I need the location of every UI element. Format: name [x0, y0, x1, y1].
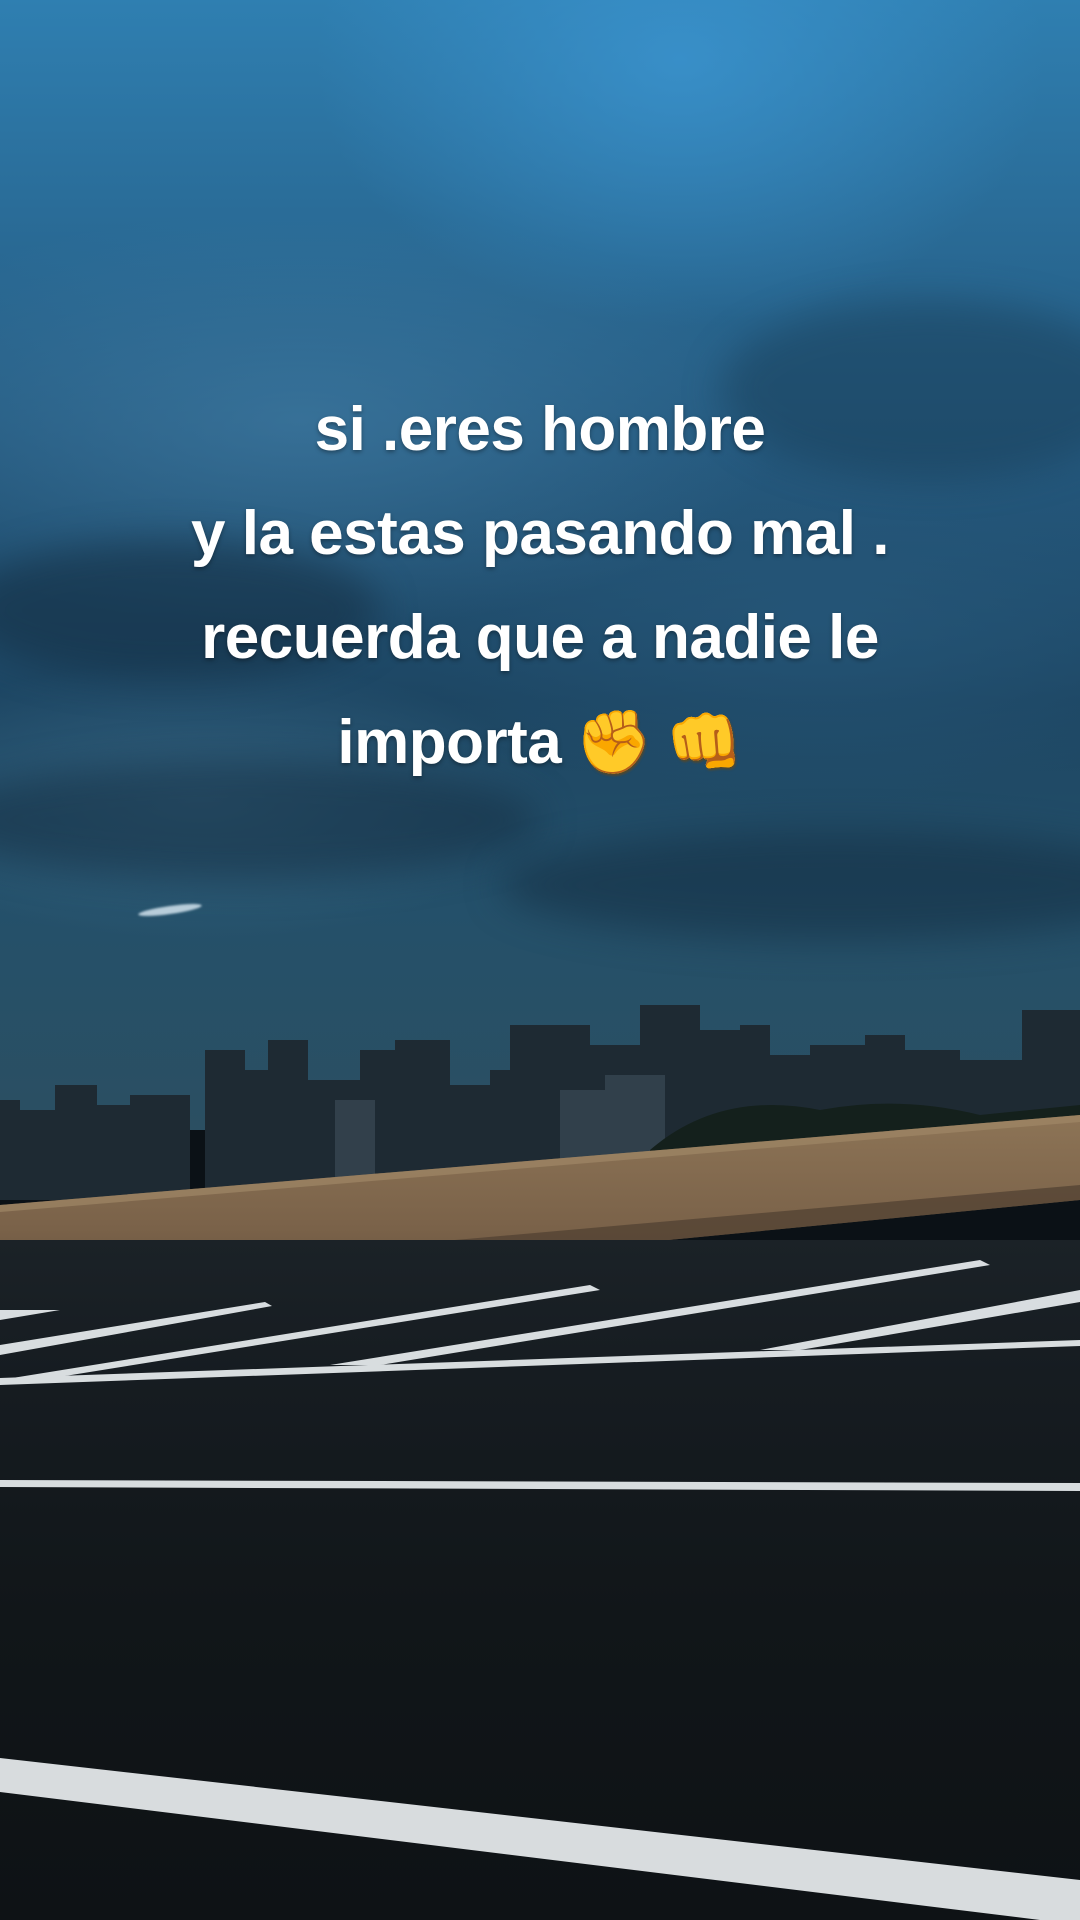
raised-fist-icon: ✊ — [575, 705, 652, 778]
caption-line-3: recuerda que a nadie le — [201, 603, 879, 672]
photo-scene: si .eres hombre y la estas pasando mal .… — [0, 0, 1080, 1920]
oncoming-fist-icon: 👊 — [665, 705, 743, 778]
caption-line-4: importa ✊ 👊 — [40, 690, 1040, 795]
caption-line-2: y la estas pasando mal . — [191, 499, 889, 568]
overlay-caption: si .eres hombre y la estas pasando mal .… — [40, 378, 1040, 795]
caption-line-4-text: importa — [337, 708, 562, 777]
caption-line-1: si .eres hombre — [314, 395, 766, 464]
lane-markings — [0, 1260, 1080, 1920]
